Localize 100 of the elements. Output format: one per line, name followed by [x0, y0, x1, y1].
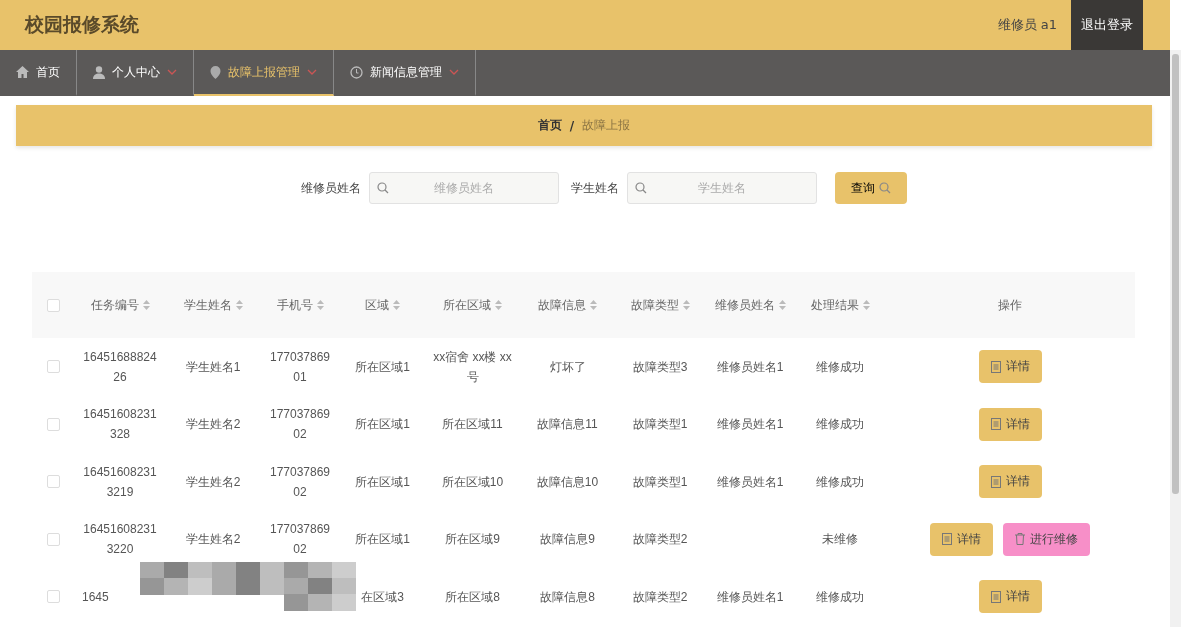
column-header[interactable]: 手机号 [260, 296, 340, 314]
table-cell-text: 所在区域1 [354, 358, 411, 376]
sort-icon[interactable] [778, 300, 786, 310]
detail-button[interactable]: 详情 [978, 407, 1042, 441]
table-cell-text: 故障信息10 [535, 473, 600, 491]
table-cell-text: 164516082313220 [82, 521, 158, 559]
location-pin-icon [210, 65, 221, 79]
table-cell-text: 故障类型2 [631, 588, 689, 606]
scrollbar[interactable] [1170, 50, 1181, 627]
row-checkbox[interactable] [46, 475, 60, 489]
sort-icon[interactable] [862, 300, 870, 310]
table-cell-text: 1645 [81, 588, 110, 606]
table-cell-text: 17703786902 [268, 406, 332, 444]
app-title: 校园报修系统 [25, 12, 140, 37]
table-cell-text: 学生姓名1 [184, 358, 242, 376]
table-cell-text: 16451608231328 [82, 406, 158, 444]
table-cell-text: 所在区域11 [441, 416, 504, 434]
table-cell-text: 维修员姓名1 [715, 358, 785, 376]
home-icon [16, 66, 29, 78]
table-cell-text: 故障类型1 [631, 473, 689, 491]
clock-icon [350, 65, 363, 79]
table-cell-text: 故障类型2 [631, 531, 689, 549]
sort-icon[interactable] [316, 300, 324, 310]
chevron-down-icon [167, 68, 177, 76]
column-header[interactable]: 处理结果 [795, 296, 885, 314]
table-cell-text: 故障信息8 [539, 588, 596, 606]
table-cell-text: 维修成功 [815, 358, 865, 376]
document-icon [990, 360, 1001, 373]
document-icon [990, 418, 1001, 431]
row-checkbox[interactable] [46, 532, 60, 546]
chevron-down-icon [449, 68, 459, 76]
table-cell-text: 学生姓名2 [184, 416, 242, 434]
document-icon [990, 590, 1001, 603]
table-cell-text: 所在区域1 [354, 531, 411, 549]
search-icon [879, 182, 891, 194]
row-checkbox[interactable] [46, 360, 60, 374]
detail-button[interactable]: 详情 [978, 580, 1042, 614]
table-cell-text: 17703786901 [268, 348, 332, 386]
table-cell-text: 所在区域10 [440, 473, 505, 491]
table-cell-text: 维修成功 [815, 588, 865, 606]
table-cell-text: 学生姓名2 [184, 531, 242, 549]
table-cell-text: 未维修 [821, 531, 859, 549]
table-cell-text: 17703786902 [268, 521, 332, 559]
row-checkbox[interactable] [46, 417, 60, 431]
table-cell-text: 164516082313219 [82, 463, 158, 501]
detail-button[interactable]: 详情 [978, 350, 1042, 384]
field-label: 学生姓名 [571, 179, 619, 197]
table-cell-text: xx宿舍 xx楼 xx号 [432, 348, 513, 386]
sort-icon[interactable] [142, 300, 150, 310]
table-cell-text: 故障类型1 [631, 416, 689, 434]
document-icon [942, 533, 952, 546]
trash-icon [1015, 533, 1025, 546]
table-cell-text: 在区域3 [360, 588, 405, 606]
column-header[interactable]: 所在区域 [425, 296, 520, 314]
detail-button[interactable]: 详情 [930, 522, 993, 556]
user-name: 维修员 a1 [997, 16, 1057, 34]
row-checkbox[interactable] [46, 590, 60, 604]
table-cell-text: 所在区域1 [354, 416, 411, 434]
user-icon [93, 65, 105, 79]
search-field[interactable]: 学生姓名 [627, 172, 817, 204]
table-cell-text: 故障信息9 [539, 531, 596, 549]
query-button[interactable]: 查询 [835, 172, 907, 204]
select-all-checkbox[interactable] [46, 298, 60, 312]
nav-tab[interactable]: 首页 [0, 50, 77, 96]
column-header[interactable]: 任务编号 [74, 296, 166, 314]
document-icon [990, 475, 1001, 488]
repair-button[interactable]: 进行维修 [1003, 522, 1090, 556]
sort-icon[interactable] [682, 300, 690, 310]
table-cell-text: 维修员姓名1 [715, 588, 785, 606]
table-cell-text: 故障类型3 [631, 358, 689, 376]
column-header[interactable]: 学生姓名 [166, 296, 260, 314]
nav-tab[interactable]: 个人中心 [77, 50, 194, 96]
table-cell-text: 所在区域8 [444, 588, 501, 606]
table-cell-text: 1645168882426 [82, 348, 158, 386]
table-cell-text: 维修员姓名1 [715, 416, 785, 434]
table-cell-text: 17703786902 [268, 463, 332, 501]
table-cell-text: 学生姓名2 [184, 473, 242, 491]
chevron-down-icon [307, 68, 317, 76]
breadcrumb-separator: / [569, 118, 575, 133]
nav-tab[interactable]: 新闻信息管理 [334, 50, 476, 96]
sort-icon[interactable] [393, 300, 400, 310]
search-field[interactable]: 维修员姓名 [369, 172, 559, 204]
logout-button[interactable]: 退出登录 [1071, 0, 1143, 50]
breadcrumb-item[interactable]: 首页 [537, 117, 562, 134]
column-header[interactable]: 区域 [340, 296, 425, 314]
field-label: 维修员姓名 [301, 179, 361, 197]
sort-icon[interactable] [590, 300, 597, 310]
detail-button[interactable]: 详情 [978, 465, 1042, 499]
table-cell-text: 所在区域9 [444, 531, 501, 549]
table-cell-text: 维修成功 [815, 416, 865, 434]
column-header[interactable]: 操作 [885, 296, 1135, 314]
sort-icon[interactable] [235, 300, 243, 310]
column-header[interactable]: 故障信息 [520, 296, 615, 314]
table-cell-text: 所在区域1 [354, 473, 411, 491]
sort-icon[interactable] [495, 300, 502, 310]
column-header[interactable]: 维修员姓名 [705, 296, 795, 314]
column-header[interactable]: 故障类型 [615, 296, 705, 314]
nav-tab[interactable]: 故障上报管理 [194, 50, 334, 96]
table-cell-text: 维修员姓名1 [715, 473, 785, 491]
table-cell-text: 维修成功 [815, 473, 865, 491]
